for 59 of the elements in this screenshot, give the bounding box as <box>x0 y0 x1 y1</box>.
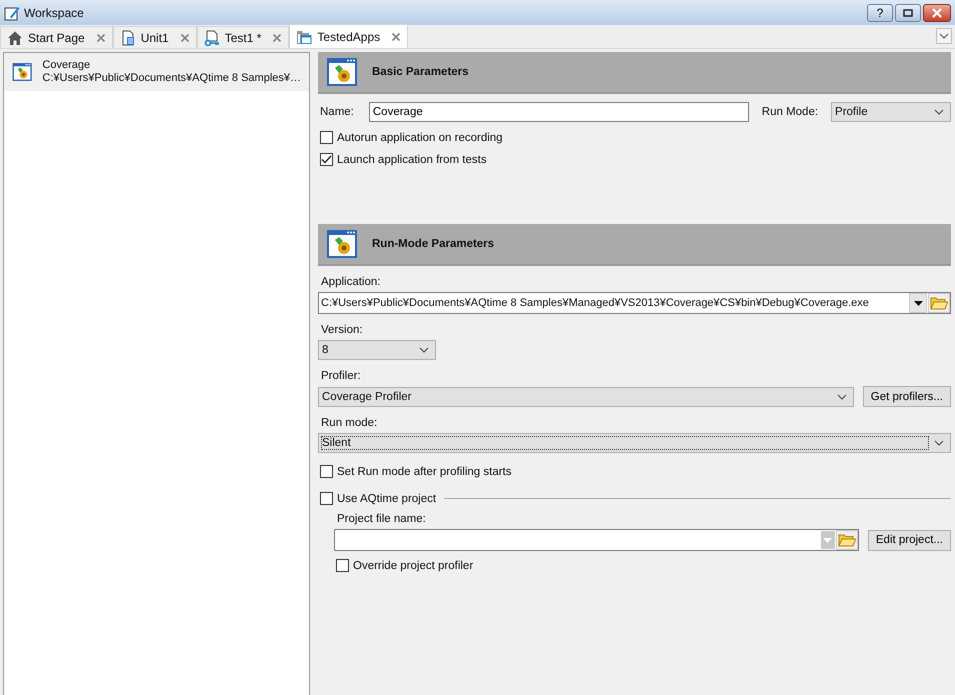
close-button[interactable] <box>923 4 951 22</box>
application-field[interactable]: C:¥Users¥Public¥Documents¥AQtime 8 Samples¥Managed¥VS2013¥Coverage¥CS¥bin¥Debug¥Coverage.exe <box>318 292 951 314</box>
app-list-item[interactable]: Coverage C:¥Users¥Public¥Documents¥AQtime 8 Samples¥… <box>4 53 309 91</box>
checkbox-label: Launch application from tests <box>337 154 487 166</box>
app-name: Coverage <box>42 59 92 72</box>
house-icon <box>7 30 23 46</box>
close-icon[interactable] <box>272 32 282 42</box>
profiler-label: Profiler: <box>320 370 362 382</box>
name-field[interactable]: Coverage <box>368 102 749 122</box>
section-title: Run-Mode Parameters <box>372 238 494 250</box>
close-icon[interactable] <box>96 32 106 42</box>
close-icon <box>931 8 943 18</box>
tab[interactable]: TestedApps <box>289 24 408 48</box>
section-title: Basic Parameters <box>372 66 469 78</box>
name-label: Name: <box>320 106 354 118</box>
run-mode-dropdown[interactable]: Silent <box>318 433 951 453</box>
document-icon <box>120 30 136 46</box>
run-mode-dropdown[interactable]: Profile <box>831 102 951 122</box>
pencil-window-icon <box>4 4 20 20</box>
checkbox-label: Set Run mode after profiling starts <box>337 466 512 478</box>
run-mode-label: Run mode: <box>320 417 378 429</box>
folder-icon[interactable] <box>836 530 858 550</box>
chevron-down-icon <box>836 394 847 400</box>
document-key-icon <box>204 30 220 46</box>
version-label: Version: <box>320 324 364 336</box>
checkbox-label: Use AQtime project <box>337 492 436 504</box>
app-gear-icon <box>326 56 358 88</box>
chevron-down-icon <box>934 440 944 446</box>
window-title: Workspace <box>24 6 84 20</box>
checkbox[interactable] <box>320 465 333 478</box>
checkbox[interactable] <box>320 131 333 144</box>
restore-icon <box>902 8 914 18</box>
checkbox-label: Override project profiler <box>353 560 474 572</box>
checkbox[interactable] <box>336 559 349 572</box>
chevron-down-icon <box>934 109 944 115</box>
checkbox[interactable] <box>320 153 333 166</box>
tab-list-dropdown[interactable] <box>936 28 952 44</box>
tab[interactable]: Start Page <box>0 26 113 48</box>
tab[interactable]: Test1 * <box>196 26 290 48</box>
get-profilers-button[interactable]: Get profilers... <box>862 386 951 407</box>
chevron-down-icon <box>939 33 949 39</box>
chevron-down-icon <box>419 347 429 353</box>
edit-project-button[interactable]: Edit project... <box>868 530 951 550</box>
tab[interactable]: Unit1 <box>112 26 197 48</box>
project-file-field[interactable] <box>334 529 859 551</box>
help-button[interactable]: ? <box>867 4 893 22</box>
close-icon[interactable] <box>391 32 402 42</box>
app-gear-icon <box>326 228 358 260</box>
checkbox[interactable] <box>320 492 333 505</box>
app-path: C:¥Users¥Public¥Documents¥AQtime 8 Samples¥… <box>42 72 301 85</box>
application-label: Application: <box>320 276 382 288</box>
restore-button[interactable] <box>895 4 921 22</box>
checkbox-label: Autorun application on recording <box>337 132 503 144</box>
profiler-dropdown[interactable]: Coverage Profiler <box>318 386 854 406</box>
project-file-label: Project file name: <box>336 513 427 525</box>
run-mode-label: Run Mode: <box>762 106 818 118</box>
close-icon[interactable] <box>180 32 190 42</box>
folder-window-icon <box>296 28 312 44</box>
version-dropdown[interactable]: 8 <box>318 340 436 360</box>
